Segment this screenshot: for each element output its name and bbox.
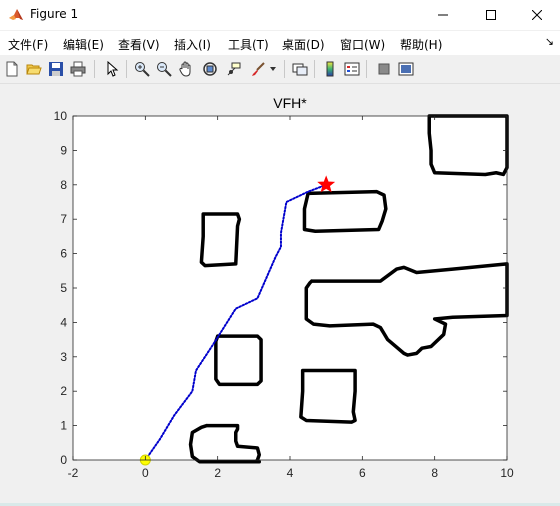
x-tick-label: 2 — [214, 466, 221, 480]
insert-legend-button[interactable] — [342, 59, 362, 79]
menu-bar: 文件(F) 编辑(E) 查看(V) 插入(I) 工具(T) 桌面(D) 窗口(W… — [0, 31, 560, 55]
menu-window[interactable]: 窗口(W) — [340, 36, 385, 53]
rotate-3d-icon — [203, 62, 217, 76]
print-icon — [70, 61, 86, 77]
link-plot-button[interactable] — [290, 59, 310, 79]
edit-plot-arrow-icon — [107, 61, 119, 77]
menu-help[interactable]: 帮助(H) — [400, 36, 442, 53]
toolbar-separator — [126, 60, 127, 78]
y-tick-label: 2 — [60, 384, 67, 398]
show-plot-tools-icon — [398, 62, 414, 76]
window-title: Figure 1 — [30, 7, 79, 21]
menu-insert[interactable]: 插入(I) — [174, 36, 211, 53]
y-tick-label: 1 — [60, 419, 67, 433]
toolbar-separator — [94, 60, 95, 78]
brush-dropdown[interactable] — [266, 59, 280, 79]
brush-icon — [252, 62, 265, 76]
y-tick-label: 0 — [60, 453, 67, 467]
new-figure-icon — [6, 61, 18, 77]
maximize-button[interactable] — [468, 0, 514, 30]
zoom-in-button[interactable] — [132, 59, 152, 79]
dropdown-arrow-icon — [270, 67, 276, 71]
hide-plot-tools-button[interactable] — [374, 59, 394, 79]
new-figure-button[interactable] — [2, 59, 22, 79]
x-tick-label: 6 — [359, 466, 366, 480]
chart-title: VFH* — [273, 95, 307, 111]
x-tick-label: 8 — [431, 466, 438, 480]
data-cursor-button[interactable] — [224, 59, 244, 79]
menu-edit[interactable]: 编辑(E) — [63, 36, 104, 53]
zoom-out-icon — [157, 62, 172, 77]
pan-hand-icon — [179, 61, 191, 77]
open-file-icon — [26, 64, 42, 75]
x-tick-label: 4 — [287, 466, 294, 480]
brush-button[interactable] — [248, 59, 268, 79]
print-button[interactable] — [68, 59, 88, 79]
y-tick-label: 10 — [54, 109, 68, 123]
insert-colorbar-icon — [326, 61, 334, 77]
menu-file[interactable]: 文件(F) — [8, 36, 48, 53]
open-file-button[interactable] — [24, 59, 44, 79]
y-tick-label: 3 — [60, 350, 67, 364]
close-button[interactable] — [514, 0, 560, 30]
toolbar-separator — [366, 60, 367, 78]
x-tick-label: 10 — [500, 466, 514, 480]
y-tick-label: 4 — [60, 315, 67, 329]
axes-background — [73, 116, 507, 460]
window-titlebar: Figure 1 — [0, 0, 560, 30]
y-tick-label: 7 — [60, 212, 67, 226]
insert-legend-icon — [344, 62, 360, 76]
menu-view[interactable]: 查看(V) — [118, 36, 160, 53]
edit-plot-button[interactable] — [102, 59, 122, 79]
menu-desktop[interactable]: 桌面(D) — [282, 36, 325, 53]
dock-arrow-icon[interactable]: ↘ — [545, 35, 554, 48]
maximize-icon — [486, 10, 496, 20]
x-tick-label: -2 — [68, 466, 79, 480]
save-icon — [49, 62, 63, 76]
save-button[interactable] — [46, 59, 66, 79]
x-tick-label: 0 — [142, 466, 149, 480]
minimize-button[interactable] — [420, 0, 466, 30]
rotate-3d-button[interactable] — [200, 59, 220, 79]
y-tick-label: 9 — [60, 143, 67, 157]
plot-svg: -2 0 2 4 6 8 10012345678910VFH* — [54, 95, 514, 480]
y-tick-label: 6 — [60, 247, 67, 261]
data-cursor-icon — [227, 62, 241, 76]
toolbar-separator — [284, 60, 285, 78]
figure-toolbar — [0, 56, 560, 84]
toolbar-separator — [314, 60, 315, 78]
zoom-out-button[interactable] — [154, 59, 174, 79]
menu-tools[interactable]: 工具(T) — [228, 36, 269, 53]
zoom-in-icon — [135, 62, 150, 77]
minimize-icon — [438, 14, 448, 16]
pan-button[interactable] — [176, 59, 196, 79]
show-plot-tools-button[interactable] — [396, 59, 416, 79]
y-tick-label: 8 — [60, 178, 67, 192]
insert-colorbar-button[interactable] — [320, 59, 340, 79]
y-tick-label: 5 — [60, 281, 67, 295]
hide-plot-tools-icon — [378, 63, 390, 75]
matlab-logo-icon — [9, 9, 23, 20]
close-icon — [532, 10, 542, 20]
link-plot-icon — [292, 63, 308, 76]
